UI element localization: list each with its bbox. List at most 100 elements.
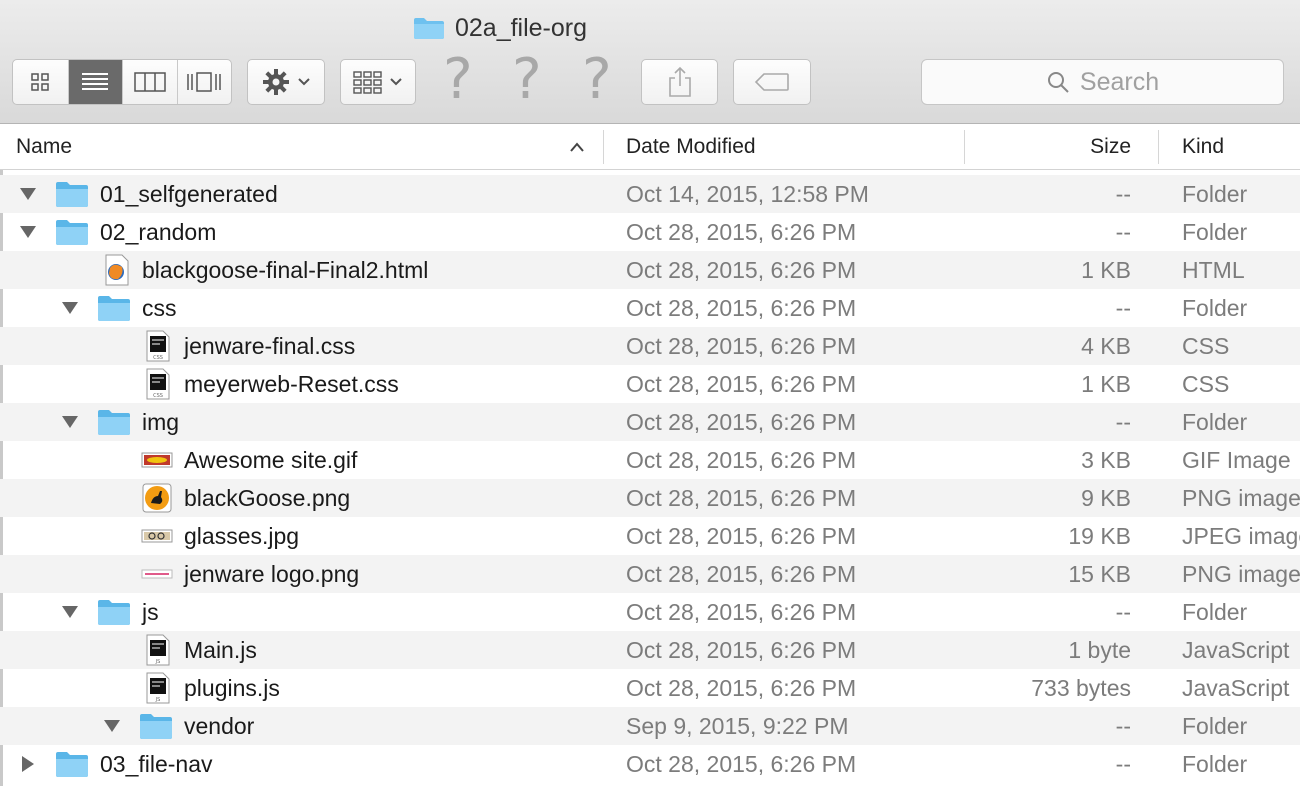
file-kind: HTML [1182,257,1245,283]
file-size: 1 KB [1081,257,1131,283]
file-row[interactable]: jenware logo.png Oct 28, 2015, 6:26 PM 1… [0,555,1300,593]
action-menu-button[interactable] [247,59,325,105]
file-row[interactable]: CSS meyerweb-Reset.css Oct 28, 2015, 6:2… [0,365,1300,403]
file-row[interactable]: 02_random Oct 28, 2015, 6:26 PM -- Folde… [0,213,1300,251]
view-mode-control[interactable] [12,59,232,105]
svg-text:JS: JS [155,659,161,665]
sort-ascending-icon[interactable] [568,124,586,170]
date-modified: Oct 28, 2015, 6:26 PM [626,561,857,587]
date-modified: Oct 28, 2015, 6:26 PM [626,599,857,625]
jpg-thumbnail-icon [140,520,174,552]
search-field[interactable]: Search [921,59,1284,105]
file-kind: PNG image [1182,485,1300,511]
file-row[interactable]: CSS jenware-final.css Oct 28, 2015, 6:26… [0,327,1300,365]
disclosure-expanded-icon[interactable] [16,175,40,213]
search-icon [1047,72,1069,93]
file-kind: PNG image [1182,561,1300,587]
file-row[interactable]: img Oct 28, 2015, 6:26 PM -- Folder [0,403,1300,441]
file-row[interactable]: JS Main.js Oct 28, 2015, 6:26 PM 1 byte … [0,631,1300,669]
window-title: 02a_file-org [454,13,588,42]
file-size: 1 KB [1081,371,1131,397]
file-size: 733 bytes [1031,675,1131,701]
file-size: -- [1115,713,1131,739]
file-row[interactable]: blackGoose.png Oct 28, 2015, 6:26 PM 9 K… [0,479,1300,517]
unknown-toolbar-item-3[interactable]: ? [582,50,612,110]
date-modified: Sep 9, 2015, 9:22 PM [626,713,849,739]
file-size: 3 KB [1081,447,1131,473]
unknown-toolbar-item-1[interactable]: ? [443,50,473,110]
unknown-toolbar-item-2[interactable]: ? [512,50,542,110]
css-file-icon: CSS [142,368,176,400]
column-view-button[interactable] [123,60,178,104]
file-size: 9 KB [1081,485,1131,511]
file-row[interactable]: JS plugins.js Oct 28, 2015, 6:26 PM 733 … [0,669,1300,707]
logo-thumbnail-icon [140,558,174,590]
file-size: -- [1115,409,1131,435]
file-name: meyerweb-Reset.css [184,371,399,397]
column-header-name[interactable]: Name [16,124,72,170]
search-placeholder: Search [1079,67,1160,96]
file-size: 15 KB [1068,561,1131,587]
column-label-size: Size [1090,135,1131,158]
disclosure-expanded-icon[interactable] [16,213,40,251]
toolbar: 02a_file-org ? ? ? Search [0,0,1300,124]
column-header-date[interactable]: Date Modified [626,124,756,170]
column-divider[interactable] [603,130,604,164]
column-label-date: Date Modified [626,135,756,158]
file-name: 03_file-nav [100,751,213,777]
column-header-kind[interactable]: Kind [1182,124,1224,170]
disclosure-expanded-icon[interactable] [58,593,82,631]
chevron-down-icon [298,78,310,86]
file-size: -- [1115,751,1131,777]
file-row[interactable]: js Oct 28, 2015, 6:26 PM -- Folder [0,593,1300,631]
column-divider[interactable] [1158,130,1159,164]
file-kind: Folder [1182,409,1248,435]
folder-icon [97,596,131,628]
file-kind: JavaScript [1182,675,1290,701]
firefox-html-icon [100,254,134,286]
file-size: -- [1115,599,1131,625]
file-row[interactable]: Awesome site.gif Oct 28, 2015, 6:26 PM 3… [0,441,1300,479]
file-size: -- [1115,181,1131,207]
file-kind: CSS [1182,333,1230,359]
column-label-kind: Kind [1182,135,1225,158]
tags-button[interactable] [733,59,811,105]
file-name: 02_random [100,219,217,245]
disclosure-expanded-icon[interactable] [58,403,82,441]
date-modified: Oct 28, 2015, 6:26 PM [626,409,857,435]
file-kind: JavaScript [1182,637,1290,663]
disclosure-expanded-icon[interactable] [100,707,124,745]
js-file-icon: JS [142,634,176,666]
file-row[interactable]: vendor Sep 9, 2015, 9:22 PM -- Folder [0,707,1300,745]
share-button[interactable] [641,59,718,105]
file-size: 1 byte [1068,637,1131,663]
icon-view-button[interactable] [13,60,69,104]
file-row[interactable]: 01_selfgenerated Oct 14, 2015, 12:58 PM … [0,175,1300,213]
coverflow-view-button[interactable] [178,60,232,104]
column-header-size[interactable]: Size [1090,124,1131,170]
file-row[interactable]: glasses.jpg Oct 28, 2015, 6:26 PM 19 KB … [0,517,1300,555]
file-row[interactable]: 03_file-nav Oct 28, 2015, 6:26 PM -- Fol… [0,745,1300,783]
file-size: -- [1115,219,1131,245]
date-modified: Oct 28, 2015, 6:26 PM [626,675,857,701]
date-modified: Oct 28, 2015, 6:26 PM [626,447,857,473]
file-row[interactable]: blackgoose-final-Final2.html Oct 28, 201… [0,251,1300,289]
file-name: plugins.js [184,675,280,701]
js-file-icon: JS [142,672,176,704]
folder-icon [55,178,89,210]
gif-thumbnail-icon [140,444,174,476]
file-kind: Folder [1182,713,1248,739]
disclosure-expanded-icon[interactable] [58,289,82,327]
file-kind: Folder [1182,751,1248,777]
icon-grid-icon [31,73,49,91]
column-label-name: Name [16,135,73,158]
arrange-menu-button[interactable] [340,59,416,105]
folder-icon [55,748,89,780]
list-view-button[interactable] [68,60,123,104]
svg-text:CSS: CSS [153,393,163,399]
disclosure-collapsed-icon[interactable] [16,745,40,783]
folder-icon [55,216,89,248]
folder-icon [139,710,173,742]
file-row[interactable]: css Oct 28, 2015, 6:26 PM -- Folder [0,289,1300,327]
column-divider[interactable] [964,130,965,164]
